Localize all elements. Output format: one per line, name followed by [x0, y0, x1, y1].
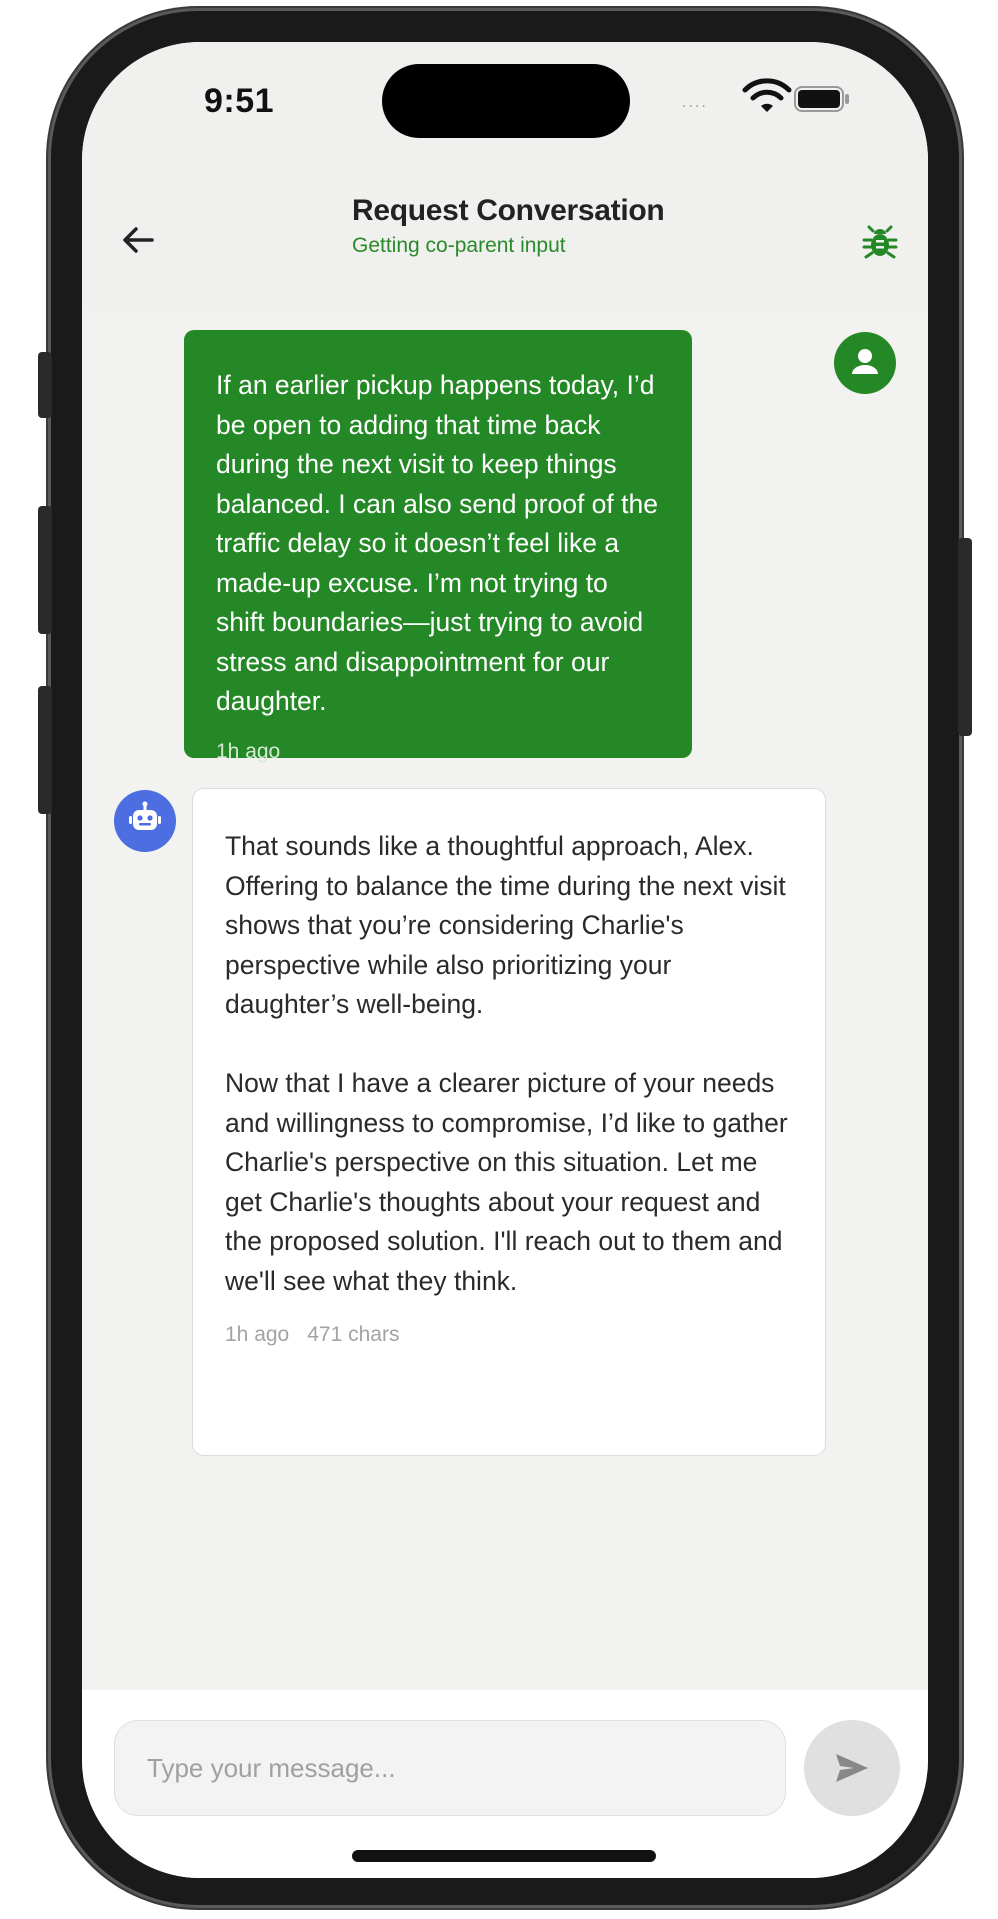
app-header: Request Conversation Getting co-parent i… [82, 182, 928, 310]
status-bar: 9:51 .... [82, 42, 928, 182]
home-indicator[interactable] [352, 1850, 656, 1862]
power-button [958, 538, 972, 736]
volume-up-button [38, 506, 52, 634]
user-message-bubble: If an earlier pickup happens today, I’d … [184, 330, 692, 763]
assistant-avatar [114, 790, 176, 852]
dynamic-island [382, 64, 630, 138]
assistant-message-meta: 1h ago 471 chars [225, 1323, 793, 1347]
user-message-text: If an earlier pickup happens today, I’d … [216, 370, 666, 716]
header-titles: Request Conversation Getting co-parent i… [352, 194, 665, 258]
app-screen: 9:51 .... Request Conversation Getting c… [82, 42, 928, 1878]
assistant-message-bubble: That sounds like a thoughtful approach, … [192, 788, 826, 1456]
assistant-char-count: 471 chars [307, 1323, 400, 1346]
signal-dots: .... [682, 94, 708, 111]
status-time: 9:51 [204, 82, 275, 120]
wifi-icon [742, 78, 792, 112]
user-avatar [834, 332, 896, 394]
assistant-message-text: That sounds like a thoughtful approach, … [225, 827, 793, 1301]
robot-icon [129, 801, 161, 830]
message-input[interactable] [114, 1720, 786, 1816]
user-message-time: 1h ago [216, 739, 281, 763]
send-icon [836, 1754, 868, 1782]
send-button[interactable] [804, 1720, 900, 1816]
assistant-paragraph: That sounds like a thoughtful approach, … [225, 831, 786, 1019]
battery-icon [794, 86, 849, 112]
person-icon [852, 349, 878, 374]
page-title: Request Conversation [352, 194, 665, 227]
page-subtitle: Getting co-parent input [352, 234, 566, 257]
message-list[interactable]: If an earlier pickup happens today, I’d … [82, 310, 928, 1690]
bug-icon[interactable] [860, 222, 900, 262]
volume-down-button [38, 686, 52, 814]
assistant-paragraph: Now that I have a clearer picture of you… [225, 1068, 788, 1296]
arrow-left-icon[interactable] [116, 218, 160, 262]
assistant-message-time: 1h ago [225, 1323, 290, 1346]
message-composer [82, 1690, 928, 1878]
mute-switch [38, 352, 52, 418]
